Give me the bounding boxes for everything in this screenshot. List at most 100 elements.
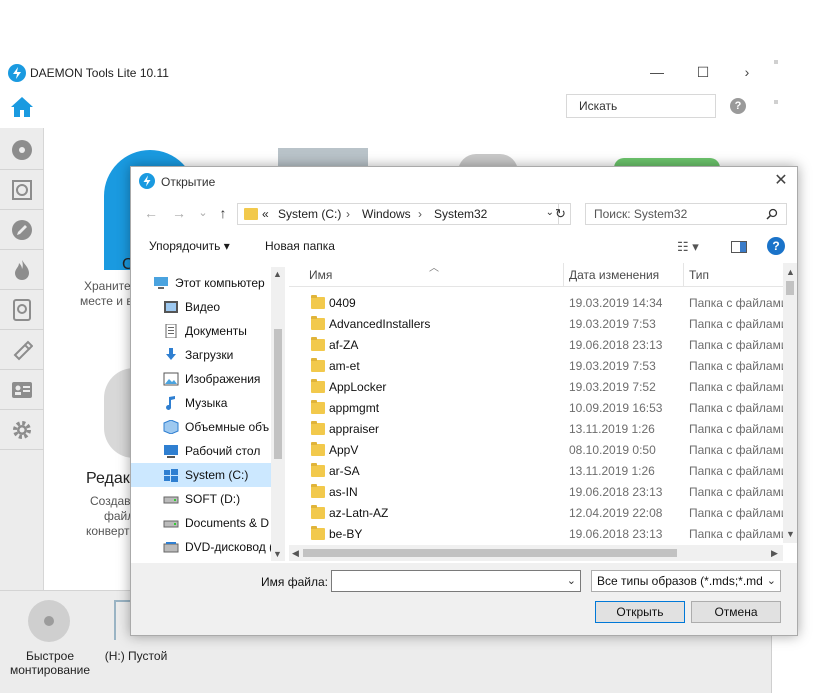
forward-arrow-icon[interactable]: →: [169, 203, 189, 223]
file-row[interactable]: appraiser 13.11.2019 1:26 Папка с файлами: [289, 419, 783, 440]
file-row[interactable]: az-Latn-AZ 12.04.2019 22:08 Папка с файлам…: [289, 503, 783, 524]
tree-scrollbar[interactable]: ▲ ▼: [271, 267, 285, 561]
dialog-logo-icon: [139, 173, 155, 189]
sidebar-item-usb[interactable]: [0, 330, 44, 370]
home-icon[interactable]: [10, 96, 34, 118]
filename-input[interactable]: ⌄: [331, 570, 581, 592]
documents-icon: [165, 324, 177, 338]
breadcrumb-windows[interactable]: Windows: [362, 207, 411, 221]
breadcrumb-system32[interactable]: System32: [434, 207, 487, 221]
sidebar-item-burn[interactable]: [0, 250, 44, 290]
file-row[interactable]: be-BY 19.06.2018 23:13 Папка с файлами: [289, 524, 783, 545]
tree-item-music[interactable]: Музыка: [131, 391, 271, 415]
tree-item-video[interactable]: Видео: [131, 295, 271, 319]
tree-item-3d-objects[interactable]: Объемные объ: [131, 415, 271, 439]
organize-button[interactable]: Упорядочить ▾: [149, 239, 230, 253]
downloads-icon: [166, 348, 176, 360]
column-date[interactable]: Дата изменения: [569, 268, 659, 282]
breadcrumb-separator[interactable]: ›: [418, 207, 422, 221]
sidebar-item-contacts[interactable]: [0, 370, 44, 410]
scroll-up-icon[interactable]: ▲: [786, 267, 795, 277]
app-help-icon[interactable]: ?: [730, 98, 746, 114]
tree-item-documents-drive[interactable]: Documents & D: [131, 511, 271, 535]
column-separator[interactable]: [683, 263, 684, 287]
scroll-left-icon[interactable]: ◀: [292, 548, 299, 559]
dialog-help-icon[interactable]: ?: [767, 237, 785, 255]
filetype-select[interactable]: Все типы образов (*.mds;*.md ⌄: [591, 570, 781, 592]
column-type[interactable]: Тип: [689, 268, 709, 282]
scroll-right-icon[interactable]: ▶: [771, 548, 778, 559]
open-button[interactable]: Открыть: [595, 601, 685, 623]
tree-item-this-pc[interactable]: Этот компьютер: [131, 271, 271, 295]
minimize-button[interactable]: —: [642, 62, 672, 82]
sidebar-item-disc[interactable]: [0, 130, 44, 170]
horizontal-scroll-thumb[interactable]: [303, 549, 677, 557]
maximize-button[interactable]: ☐: [688, 62, 718, 82]
cancel-button[interactable]: Отмена: [691, 601, 781, 623]
file-row[interactable]: AdvancedInstallers 19.03.2019 7:53 Папка с…: [289, 314, 783, 335]
file-row[interactable]: ar-SA 13.11.2019 1:26 Папка с файлами: [289, 461, 783, 482]
tree-scroll-down-icon[interactable]: ▼: [273, 549, 282, 559]
dialog-close-button[interactable]: ✕: [771, 171, 791, 191]
up-folder-icon[interactable]: ↑: [213, 203, 233, 223]
back-arrow-icon[interactable]: ←: [141, 203, 161, 223]
folder-icon: [311, 526, 325, 540]
vertical-scroll-thumb[interactable]: [786, 281, 794, 295]
file-list-vertical-scrollbar[interactable]: ▲ ▼: [783, 263, 797, 543]
tree-item-system-c[interactable]: System (C:): [131, 463, 271, 487]
dialog-search-input[interactable]: Поиск: System32: [585, 203, 787, 225]
navigation-tree: Этот компьютер Видео Документы Загрузки …: [131, 267, 285, 563]
file-row[interactable]: appmgmt 10.09.2019 16:53 Папка с файлами: [289, 398, 783, 419]
app-search-input[interactable]: Искать: [566, 94, 716, 118]
tree-scroll-thumb[interactable]: [274, 329, 282, 459]
tree-item-soft-d[interactable]: SOFT (D:): [131, 487, 271, 511]
column-name[interactable]: Имя: [309, 268, 332, 282]
tree-item-pictures[interactable]: Изображения: [131, 367, 271, 391]
open-file-dialog: Открытие ✕ ← → ⌄ ↑ « System (C:) › Windo…: [130, 166, 798, 636]
drive-icon: [163, 520, 179, 528]
dialog-search-placeholder: Поиск: System32: [594, 207, 688, 221]
windows-drive-icon: [164, 469, 178, 482]
app-title: DAEMON Tools Lite 10.11: [30, 66, 169, 80]
preview-pane-icon[interactable]: [731, 241, 747, 253]
filename-dropdown-icon[interactable]: ⌄: [567, 574, 576, 587]
tree-item-dvd[interactable]: DVD-дисковод (: [131, 535, 271, 559]
file-row[interactable]: AppLocker 19.03.2019 7:52 Папка с файлами: [289, 377, 783, 398]
file-row[interactable]: af-ZA 19.06.2018 23:13 Папка с файлами: [289, 335, 783, 356]
file-list-horizontal-scrollbar[interactable]: ◀ ▶: [289, 545, 783, 561]
quick-mount-disc-icon[interactable]: [28, 600, 70, 642]
file-row[interactable]: 0409 19.03.2019 14:34 Папка с файлами: [289, 293, 783, 314]
virtual-hdd-icon: [13, 298, 31, 321]
view-options-icon[interactable]: ☷ ▾: [677, 239, 699, 255]
folder-icon: [311, 358, 325, 372]
refresh-icon[interactable]: ↻: [551, 203, 571, 225]
tree-item-downloads[interactable]: Загрузки: [131, 343, 271, 367]
breadcrumb-system-c[interactable]: System (C:): [278, 207, 341, 221]
folder-icon: [311, 442, 325, 456]
sidebar-item-settings[interactable]: [0, 410, 44, 450]
address-prefix: «: [262, 207, 269, 221]
tree-item-desktop[interactable]: Рабочий стол: [131, 439, 271, 463]
new-folder-button[interactable]: Новая папка: [265, 239, 335, 253]
file-row[interactable]: as-IN 19.06.2018 23:13 Папка с файлами: [289, 482, 783, 503]
file-row[interactable]: AppV 08.10.2019 0:50 Папка с файлами: [289, 440, 783, 461]
sidebar-item-editor[interactable]: [0, 210, 44, 250]
drive-icon: [163, 496, 179, 504]
tree-item-documents[interactable]: Документы: [131, 319, 271, 343]
address-bar[interactable]: « System (C:) › Windows › System32 ⌄: [237, 203, 559, 225]
contacts-icon: [12, 381, 32, 398]
3d-objects-icon: [163, 420, 179, 434]
app-sidebar: [0, 128, 44, 590]
recent-locations-icon[interactable]: ⌄: [193, 203, 213, 223]
address-folder-icon: [244, 208, 258, 220]
scroll-down-icon[interactable]: ▼: [786, 529, 795, 539]
forward-arrow-button[interactable]: ›: [732, 62, 762, 82]
tree-scroll-up-icon[interactable]: ▲: [273, 269, 282, 279]
file-row[interactable]: am-et 19.03.2019 7:53 Папка с файлами: [289, 356, 783, 377]
column-separator[interactable]: [563, 263, 564, 287]
filetype-dropdown-icon[interactable]: ⌄: [764, 571, 776, 591]
sidebar-item-images[interactable]: [0, 170, 44, 210]
breadcrumb-separator[interactable]: ›: [346, 207, 350, 221]
sidebar-item-vhd[interactable]: [0, 290, 44, 330]
video-icon: [164, 301, 178, 313]
